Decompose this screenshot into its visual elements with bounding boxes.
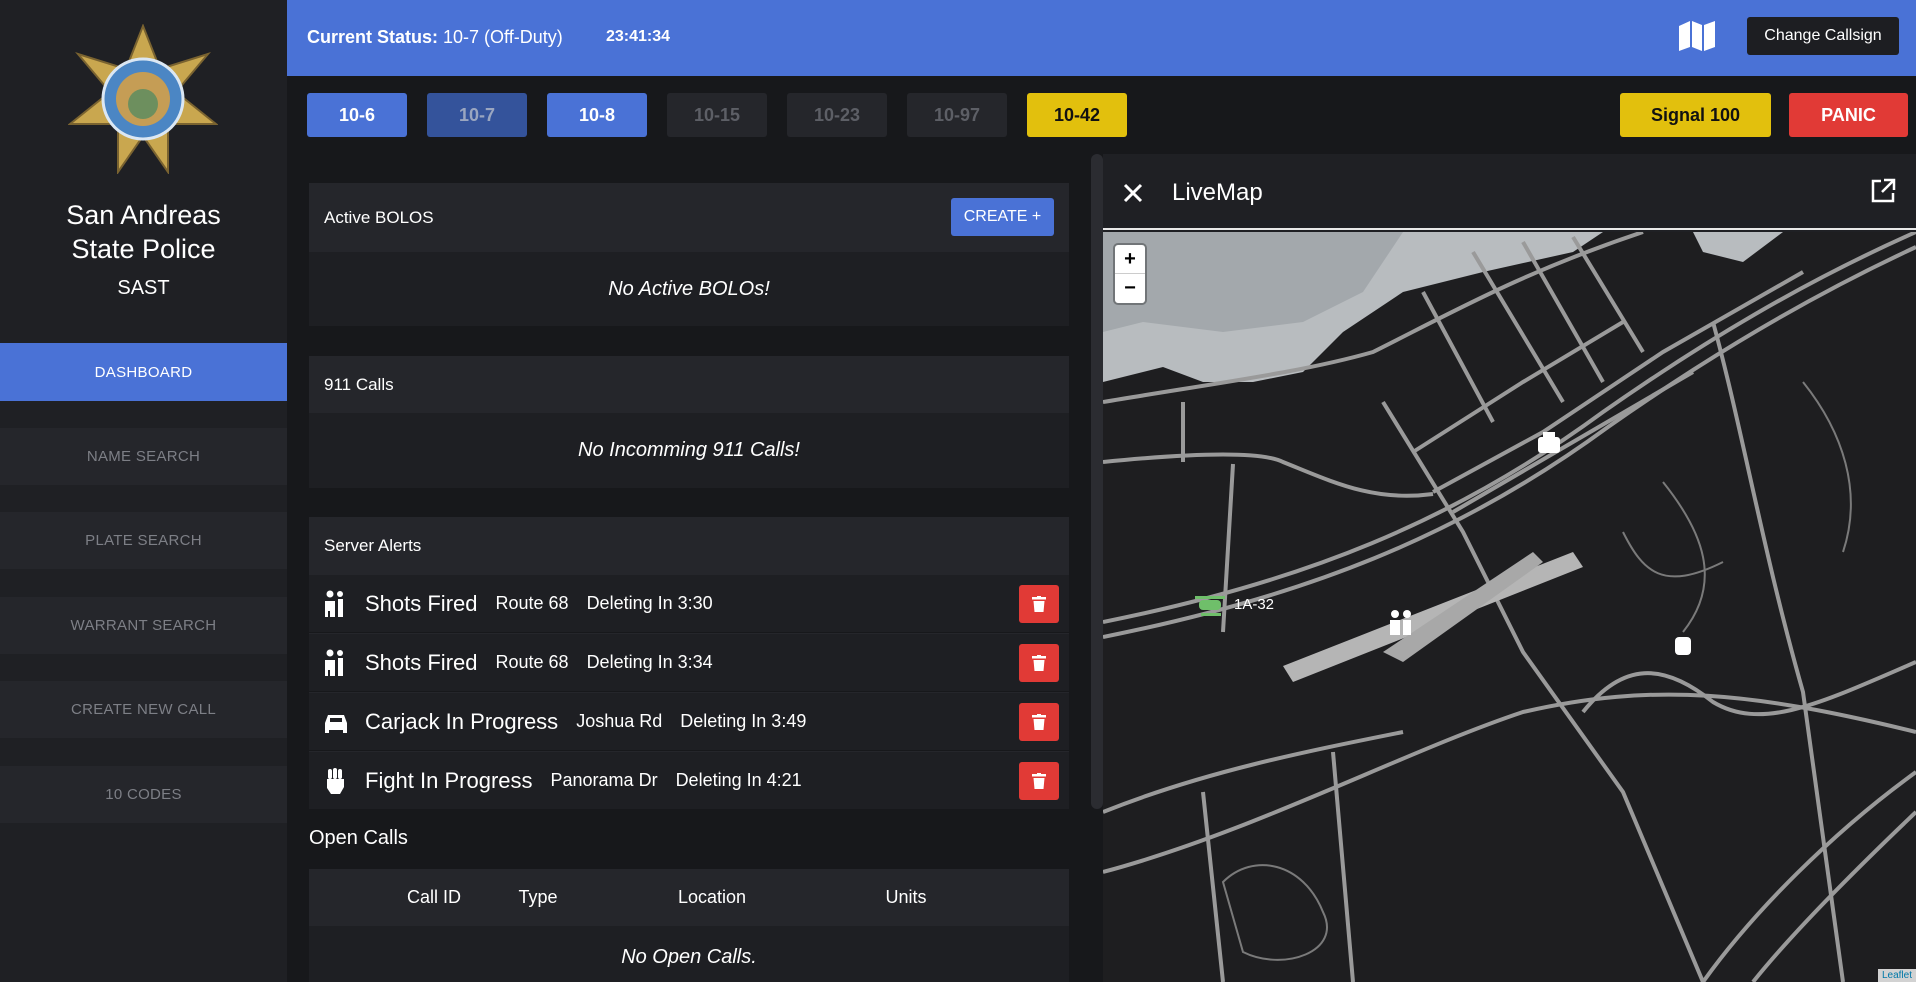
- open-calls-title: Open Calls: [309, 827, 408, 849]
- delete-alert-button[interactable]: [1019, 644, 1059, 682]
- fist-icon: [321, 766, 351, 796]
- trash-icon: [1032, 655, 1046, 671]
- code-10-8-button[interactable]: 10-8: [547, 93, 647, 137]
- panic-button[interactable]: PANIC: [1789, 93, 1908, 137]
- code-10-15-button[interactable]: 10-15: [667, 93, 767, 137]
- alert-location: Route 68: [495, 652, 569, 672]
- open-calls-table-header: Call ID Type Location Units: [309, 869, 1069, 926]
- alert-countdown: Deleting In 3:49: [680, 711, 807, 731]
- map-icon[interactable]: [1678, 20, 1716, 52]
- alert-type: Fight In Progress: [365, 767, 533, 793]
- code-10-6-button[interactable]: 10-6: [307, 93, 407, 137]
- shots-fired-icon: [321, 648, 351, 678]
- alert-row: Fight In Progress Panorama Dr Deleting I…: [309, 751, 1069, 809]
- trash-icon: [1032, 714, 1046, 730]
- trash-icon: [1032, 596, 1046, 612]
- code-10-42-button[interactable]: 10-42: [1027, 93, 1127, 137]
- delete-alert-button[interactable]: [1019, 703, 1059, 741]
- clock: 23:41:34: [606, 28, 671, 45]
- alert-type: Shots Fired: [365, 590, 478, 616]
- calls911-title: 911 Calls: [309, 356, 1069, 413]
- delete-alert-button[interactable]: [1019, 762, 1059, 800]
- police-badge-logo: [68, 24, 218, 174]
- nav-create-new-call[interactable]: CREATE NEW CALL: [0, 681, 287, 738]
- delete-alert-button[interactable]: [1019, 585, 1059, 623]
- status-codes-bar: 10-6 10-7 10-8 10-15 10-23 10-97 10-42 S…: [287, 76, 1916, 154]
- alert-location: Joshua Rd: [576, 711, 663, 731]
- org-name-line1: San Andreas: [66, 200, 221, 230]
- alert-countdown: Deleting In 4:21: [675, 770, 802, 790]
- open-calls-empty: No Open Calls.: [309, 926, 1069, 982]
- dashboard-main: Active BOLOS CREATE + No Active BOLOs! 9…: [287, 154, 1103, 982]
- external-link-icon[interactable]: [1870, 178, 1896, 204]
- status-label: Current Status:: [307, 27, 439, 47]
- nav-name-search[interactable]: NAME SEARCH: [0, 428, 287, 485]
- alert-location: Route 68: [495, 593, 569, 613]
- current-status: Current Status: 10-7 (Off-Duty): [307, 27, 563, 48]
- zoom-out-button[interactable]: −: [1115, 274, 1145, 303]
- col-units: Units: [885, 887, 927, 907]
- code-10-7-button[interactable]: 10-7: [427, 93, 527, 137]
- alert-location: Panorama Dr: [550, 770, 658, 790]
- helicopter-unit-marker[interactable]: [1195, 596, 1225, 616]
- alert-row: Shots Fired Route 68 Deleting In 3:30: [309, 574, 1069, 632]
- signal-100-button[interactable]: Signal 100: [1620, 93, 1771, 137]
- live-map[interactable]: 1A-32 + − Leaflet: [1103, 232, 1916, 982]
- nav-plate-search[interactable]: PLATE SEARCH: [0, 512, 287, 569]
- nav-10-codes[interactable]: 10 CODES: [0, 766, 287, 823]
- livemap-panel: LiveMap 1A-32 + − Leaflet: [1103, 154, 1916, 982]
- bolos-title: Active BOLOS: [324, 207, 434, 227]
- nav-dashboard[interactable]: DASHBOARD: [0, 343, 287, 401]
- alert-row: Shots Fired Route 68 Deleting In 3:34: [309, 633, 1069, 691]
- main-scrollbar[interactable]: [1091, 154, 1103, 809]
- shots-fired-icon: [321, 589, 351, 619]
- col-type: Type: [518, 887, 558, 907]
- car-icon: [321, 707, 351, 737]
- alerts-title: Server Alerts: [309, 517, 1069, 574]
- trash-icon: [1032, 773, 1046, 789]
- code-10-23-button[interactable]: 10-23: [787, 93, 887, 137]
- close-icon[interactable]: [1123, 183, 1143, 203]
- col-location: Location: [677, 887, 747, 907]
- fight-marker[interactable]: [1675, 637, 1691, 655]
- alert-countdown: Deleting In 3:34: [586, 652, 713, 672]
- calls911-empty: No Incomming 911 Calls!: [309, 413, 1069, 488]
- alert-row: Carjack In Progress Joshua Rd Deleting I…: [309, 692, 1069, 750]
- bolos-empty: No Active BOLOs!: [309, 252, 1069, 326]
- status-value: 10-7 (Off-Duty): [443, 27, 563, 47]
- sidebar: San Andreas State Police SAST DASHBOARD …: [0, 0, 287, 982]
- map-tiles: [1103, 232, 1916, 982]
- alert-type: Carjack In Progress: [365, 708, 559, 734]
- change-callsign-button[interactable]: Change Callsign: [1747, 17, 1899, 55]
- org-short: SAST: [117, 277, 170, 299]
- bolos-header: Active BOLOS CREATE +: [309, 183, 1069, 252]
- zoom-control: + −: [1115, 245, 1145, 303]
- create-bolo-button[interactable]: CREATE +: [951, 198, 1054, 236]
- leaflet-attribution[interactable]: Leaflet: [1877, 969, 1916, 982]
- top-header: Current Status: 10-7 (Off-Duty) 23:41:34…: [287, 0, 1916, 76]
- org-name-line2: State Police: [71, 234, 216, 264]
- alert-countdown: Deleting In 3:30: [586, 593, 713, 613]
- livemap-title: LiveMap: [1172, 179, 1263, 206]
- zoom-in-button[interactable]: +: [1115, 245, 1145, 274]
- alert-type: Shots Fired: [365, 649, 478, 675]
- unit-label: 1A-32: [1234, 596, 1275, 613]
- nav-warrant-search[interactable]: WARRANT SEARCH: [0, 597, 287, 654]
- code-10-97-button[interactable]: 10-97: [907, 93, 1007, 137]
- livemap-header: LiveMap: [1103, 154, 1916, 230]
